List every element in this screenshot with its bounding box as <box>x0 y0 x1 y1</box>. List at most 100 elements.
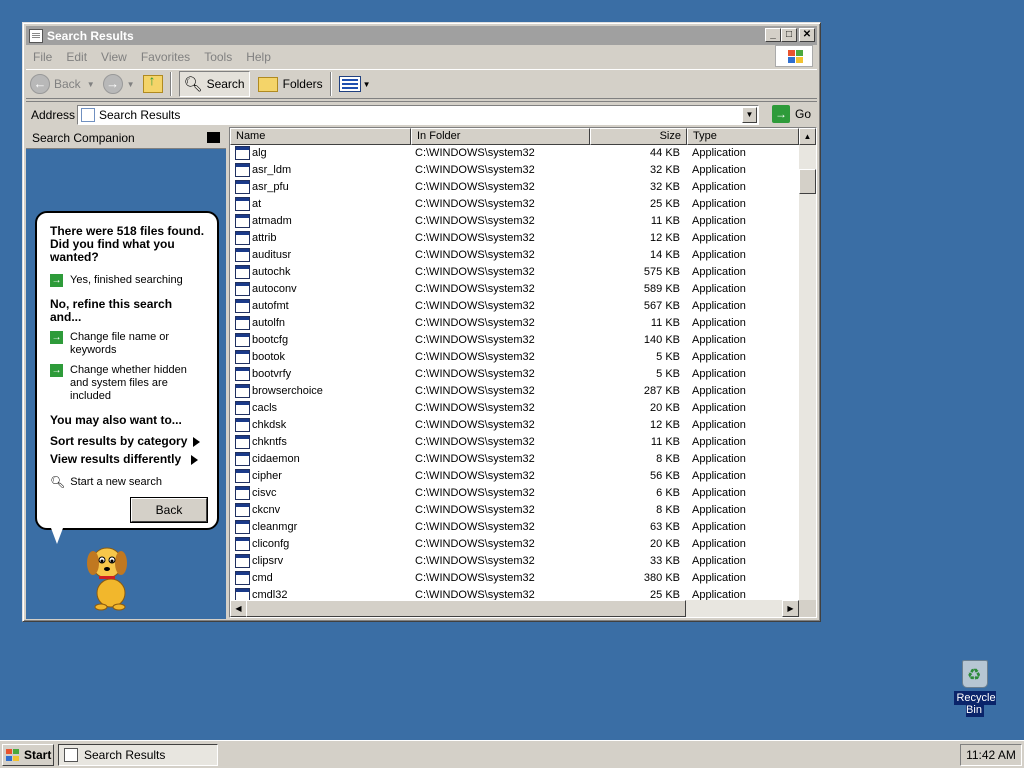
application-icon <box>235 197 250 211</box>
table-row[interactable]: chkntfs C:\WINDOWS\system32 11 KB Applicati… <box>230 434 799 451</box>
file-name: cliconfg <box>252 538 290 550</box>
application-icon <box>235 520 250 534</box>
address-dropdown-icon[interactable]: ▼ <box>742 107 757 123</box>
folders-button[interactable]: Folders <box>254 71 327 97</box>
file-folder: C:\WINDOWS\system32 <box>415 555 535 567</box>
results-rows: alg C:\WINDOWS\system32 44 KB Application as… <box>230 145 799 600</box>
companion-close-button[interactable] <box>207 132 220 143</box>
table-row[interactable]: chkdsk C:\WINDOWS\system32 12 KB Applicatio… <box>230 417 799 434</box>
file-type: Application <box>692 385 746 397</box>
scroll-left-button[interactable]: ◀ <box>230 600 247 617</box>
taskbar-item-search-results[interactable]: Search Results <box>58 744 218 766</box>
maximize-button[interactable]: □ <box>781 28 797 42</box>
table-row[interactable]: ckcnv C:\WINDOWS\system32 8 KB Application <box>230 502 799 519</box>
table-row[interactable]: cmd C:\WINDOWS\system32 380 KB Application <box>230 570 799 587</box>
column-header-name[interactable]: Name <box>230 128 411 145</box>
column-header-type[interactable]: Type <box>687 128 799 145</box>
clock: 11:42 AM <box>960 744 1022 766</box>
menu-favorites[interactable]: Favorites <box>134 50 197 64</box>
table-row[interactable]: auditusr C:\WINDOWS\system32 14 KB Applicat… <box>230 247 799 264</box>
views-button[interactable]: ▼ <box>335 71 375 97</box>
menu-view[interactable]: View <box>94 50 134 64</box>
change-hidden-files-link[interactable]: → Change whether hidden and system files… <box>50 364 205 403</box>
back-button[interactable]: ← Back ▼ <box>26 71 99 97</box>
menu-file[interactable]: File <box>26 50 59 64</box>
table-row[interactable]: bootvrfy C:\WINDOWS\system32 5 KB Applicati… <box>230 366 799 383</box>
application-icon <box>235 282 250 296</box>
table-row[interactable]: clipsrv C:\WINDOWS\system32 33 KB Applicati… <box>230 553 799 570</box>
table-row[interactable]: autofmt C:\WINDOWS\system32 567 KB Applicat… <box>230 298 799 315</box>
title-bar[interactable]: Search Results _ □ ✕ <box>26 26 817 45</box>
companion-back-button[interactable]: Back <box>131 498 207 522</box>
address-input[interactable]: Search Results ▼ <box>77 105 759 125</box>
column-header-size[interactable]: Size <box>590 128 687 145</box>
table-row[interactable]: bootok C:\WINDOWS\system32 5 KB Application <box>230 349 799 366</box>
menu-tools[interactable]: Tools <box>197 50 239 64</box>
table-row[interactable]: asr_pfu C:\WINDOWS\system32 32 KB Applicati… <box>230 179 799 196</box>
minimize-button[interactable]: _ <box>765 28 781 42</box>
horizontal-scroll-thumb[interactable] <box>246 600 686 617</box>
go-button[interactable]: → Go <box>771 105 811 123</box>
search-results-window: Search Results _ □ ✕ File Edit View Favo… <box>22 22 821 622</box>
search-dog-icon[interactable] <box>81 541 141 611</box>
finished-searching-link[interactable]: → Yes, finished searching <box>50 274 205 287</box>
resize-grip[interactable] <box>799 600 816 617</box>
table-row[interactable]: at C:\WINDOWS\system32 25 KB Application <box>230 196 799 213</box>
new-search-link[interactable]: 🔍︎ Start a new search <box>50 476 205 489</box>
table-row[interactable]: cliconfg C:\WINDOWS\system32 20 KB Applicat… <box>230 536 799 553</box>
table-row[interactable]: cisvc C:\WINDOWS\system32 6 KB Application <box>230 485 799 502</box>
file-folder: C:\WINDOWS\system32 <box>415 198 535 210</box>
recycle-bin-icon <box>962 660 988 688</box>
search-button[interactable]: 🔍︎ Search <box>175 71 254 97</box>
table-row[interactable]: alg C:\WINDOWS\system32 44 KB Application <box>230 145 799 162</box>
table-row[interactable]: autolfn C:\WINDOWS\system32 11 KB Applicati… <box>230 315 799 332</box>
forward-button[interactable]: → ▼ <box>99 71 139 97</box>
table-row[interactable]: autoconv C:\WINDOWS\system32 589 KB Applica… <box>230 281 799 298</box>
table-row[interactable]: autochk C:\WINDOWS\system32 575 KB Applicat… <box>230 264 799 281</box>
up-folder-button[interactable]: ↑ <box>139 71 167 97</box>
table-row[interactable]: cleanmgr C:\WINDOWS\system32 63 KB Applicat… <box>230 519 799 536</box>
application-icon <box>235 384 250 398</box>
sort-results-link[interactable]: Sort results by category <box>50 435 205 448</box>
also-heading: You may also want to... <box>50 413 182 427</box>
vertical-scroll-thumb[interactable] <box>799 169 816 194</box>
forward-dropdown-icon[interactable]: ▼ <box>127 80 135 89</box>
file-size: 14 KB <box>650 249 680 261</box>
table-row[interactable]: attrib C:\WINDOWS\system32 12 KB Applicatio… <box>230 230 799 247</box>
column-header-in-folder[interactable]: In Folder <box>411 128 590 145</box>
file-folder: C:\WINDOWS\system32 <box>415 266 535 278</box>
toolbar-separator <box>169 72 172 96</box>
taskbar: Start Search Results 11:42 AM <box>0 740 1024 768</box>
file-folder: C:\WINDOWS\system32 <box>415 538 535 550</box>
table-row[interactable]: cacls C:\WINDOWS\system32 20 KB Application <box>230 400 799 417</box>
menu-edit[interactable]: Edit <box>59 50 94 64</box>
change-file-name-link[interactable]: → Change file name or keywords <box>50 331 205 357</box>
views-dropdown-icon: ▼ <box>362 79 371 89</box>
file-type: Application <box>692 555 746 567</box>
table-row[interactable]: browserchoice C:\WINDOWS\system32 287 KB Ap… <box>230 383 799 400</box>
table-row[interactable]: asr_ldm C:\WINDOWS\system32 32 KB Applicati… <box>230 162 799 179</box>
folders-icon <box>257 76 278 92</box>
recycle-bin[interactable]: Recycle Bin <box>946 660 1004 717</box>
table-row[interactable]: bootcfg C:\WINDOWS\system32 140 KB Applicat… <box>230 332 799 349</box>
scroll-up-button[interactable]: ▲ <box>799 128 816 145</box>
vertical-scrollbar[interactable]: ▲ <box>799 128 816 600</box>
horizontal-scrollbar[interactable]: ◀ ▶ <box>230 600 799 617</box>
table-row[interactable]: cidaemon C:\WINDOWS\system32 8 KB Applicati… <box>230 451 799 468</box>
start-button[interactable]: Start <box>2 744 54 766</box>
file-type: Application <box>692 266 746 278</box>
table-row[interactable]: cipher C:\WINDOWS\system32 56 KB Applicatio… <box>230 468 799 485</box>
search-companion-header: Search Companion <box>26 127 226 149</box>
application-icon <box>235 299 250 313</box>
scroll-right-button[interactable]: ▶ <box>782 600 799 617</box>
back-dropdown-icon[interactable]: ▼ <box>87 80 95 89</box>
menu-help[interactable]: Help <box>239 50 278 64</box>
file-folder: C:\WINDOWS\system32 <box>415 402 535 414</box>
file-name: cidaemon <box>252 453 300 465</box>
view-results-link[interactable]: View results differently <box>50 453 205 466</box>
table-row[interactable]: atmadm C:\WINDOWS\system32 11 KB Applicatio… <box>230 213 799 230</box>
close-button[interactable]: ✕ <box>799 28 815 42</box>
file-size: 589 KB <box>643 283 680 295</box>
application-icon <box>235 180 250 194</box>
table-row[interactable]: cmdl32 C:\WINDOWS\system32 25 KB Applicatio… <box>230 587 799 600</box>
